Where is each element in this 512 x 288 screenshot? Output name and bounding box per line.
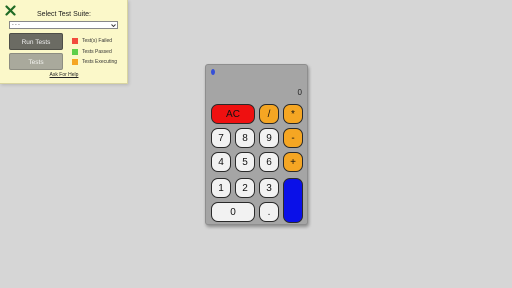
digit-3-button[interactable]: 3 — [259, 178, 279, 198]
subtract-button[interactable]: - — [283, 128, 303, 148]
equals-button[interactable] — [283, 178, 303, 223]
chevron-down-icon — [111, 23, 116, 28]
decimal-button[interactable]: . — [259, 202, 279, 222]
status-indicator — [211, 69, 215, 75]
digit-4-button[interactable]: 4 — [211, 152, 231, 172]
failed-swatch — [72, 38, 78, 45]
add-button[interactable]: + — [283, 152, 303, 172]
digit-5-button[interactable]: 5 — [235, 152, 255, 172]
legend-item-executing: Tests Executing — [72, 57, 117, 68]
calculator-display: 0 — [297, 88, 302, 97]
test-suite-panel: Select Test Suite: - - - Run Tests Tests… — [0, 0, 128, 84]
clear-button[interactable]: AC — [211, 104, 255, 124]
test-status-legend: Test(s) Failed Tests Passed Tests Execut… — [72, 36, 117, 68]
digit-6-button[interactable]: 6 — [259, 152, 279, 172]
digit-2-button[interactable]: 2 — [235, 178, 255, 198]
legend-label: Tests Passed — [82, 48, 112, 55]
legend-item-passed: Tests Passed — [72, 47, 117, 58]
legend-label: Test(s) Failed — [82, 38, 113, 45]
digit-7-button[interactable]: 7 — [211, 128, 231, 148]
test-suite-select[interactable]: - - - — [9, 21, 118, 29]
select-value: - - - — [12, 22, 20, 28]
divide-button[interactable]: / — [259, 104, 279, 124]
legend-item-failed: Test(s) Failed — [72, 36, 117, 47]
multiply-button[interactable]: * — [283, 104, 303, 124]
passed-swatch — [72, 48, 78, 55]
run-tests-button[interactable]: Run Tests — [9, 33, 63, 50]
digit-0-button[interactable]: 0 — [211, 202, 255, 222]
tests-button[interactable]: Tests — [9, 53, 63, 70]
executing-swatch — [72, 59, 78, 66]
digit-9-button[interactable]: 9 — [259, 128, 279, 148]
calculator: 0 AC / * 7 8 9 - 4 5 6 + 1 2 3 0 . — [205, 64, 308, 225]
legend-label: Tests Executing — [82, 59, 118, 66]
ask-for-help-link[interactable]: Ask For Help — [0, 72, 128, 78]
panel-title: Select Test Suite: — [37, 11, 91, 18]
digit-1-button[interactable]: 1 — [211, 178, 231, 198]
digit-8-button[interactable]: 8 — [235, 128, 255, 148]
